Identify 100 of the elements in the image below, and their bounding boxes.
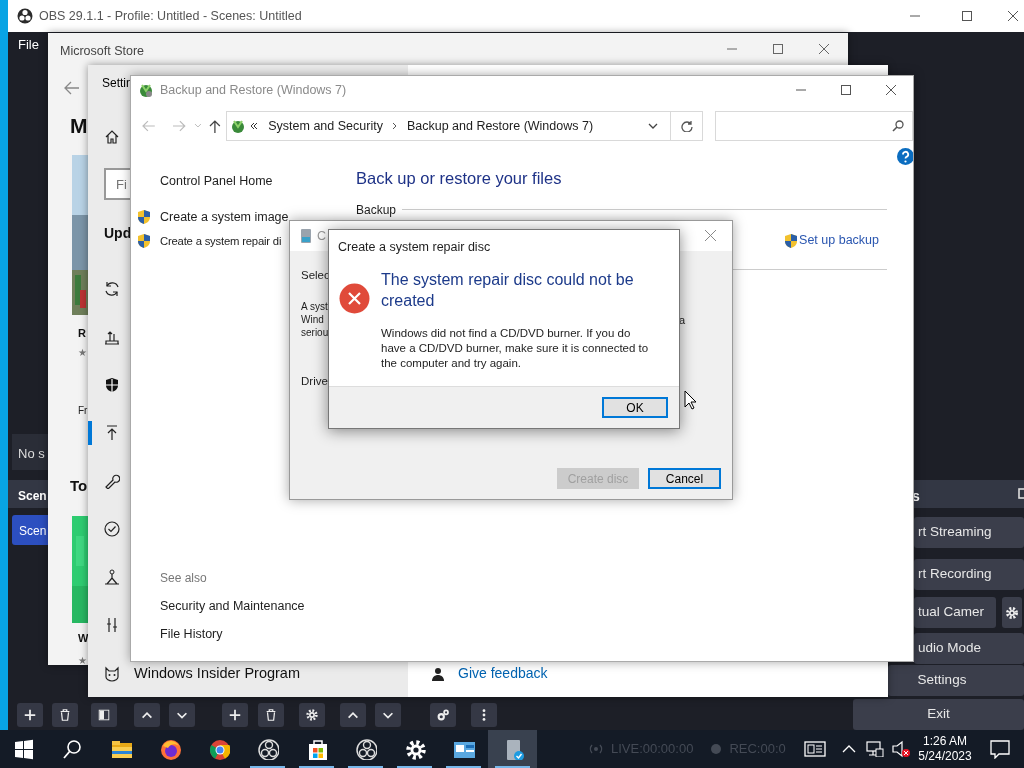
related-link[interactable]: File History xyxy=(160,625,356,644)
toolbar-button[interactable] xyxy=(222,703,248,727)
menu-item[interactable]: File xyxy=(18,35,39,55)
error-heading: The system repair disc could not be created xyxy=(381,269,635,311)
error-icon xyxy=(339,282,370,314)
control-button[interactable]: udio Mode xyxy=(914,633,1024,664)
close-icon[interactable] xyxy=(886,85,896,95)
folder-icon xyxy=(109,738,132,760)
description-text: A syst xyxy=(301,300,328,313)
app-price: Fr xyxy=(78,404,88,418)
notification-icon[interactable] xyxy=(990,739,1010,759)
scene-item[interactable]: Scen xyxy=(12,515,48,545)
maximize-icon[interactable] xyxy=(773,44,783,54)
related-link[interactable]: Security and Maintenance xyxy=(160,596,356,616)
toolbar-button[interactable] xyxy=(91,703,117,727)
chevron-up-icon[interactable] xyxy=(842,745,856,753)
back-arrow-icon[interactable] xyxy=(64,81,80,95)
control-button[interactable]: rt Recording xyxy=(914,559,1024,590)
toolbar-button[interactable] xyxy=(52,703,78,727)
setup-backup-link[interactable]: Set up backup xyxy=(799,231,879,251)
ok-button[interactable]: OK xyxy=(602,397,668,418)
close-icon[interactable] xyxy=(819,44,829,54)
window-title: Backup and Restore (Windows 7) xyxy=(160,81,347,99)
control-button[interactable]: tual Camer xyxy=(914,597,996,628)
breadcrumb-item[interactable]: System and Security xyxy=(268,116,383,136)
description-text: a xyxy=(679,313,686,328)
window-title: C xyxy=(317,227,327,245)
trash-icon xyxy=(58,707,72,723)
nav-item[interactable]: Windows Insider Program xyxy=(88,662,408,686)
app-title: W xyxy=(78,631,89,646)
toolbar-button[interactable] xyxy=(299,703,325,727)
toolbar-button[interactable] xyxy=(375,703,401,727)
page-heading: Back up or restore your files xyxy=(356,168,562,189)
description-text: seriou xyxy=(301,326,329,339)
section-heading: M xyxy=(70,113,88,139)
close-icon[interactable] xyxy=(705,230,716,241)
settings-icon xyxy=(1005,605,1019,620)
firefox-icon xyxy=(158,738,181,760)
wrench-icon xyxy=(104,473,120,489)
toolbar-button[interactable] xyxy=(134,703,160,727)
task-link[interactable]: Create a system image xyxy=(160,207,289,227)
obs-icon xyxy=(354,738,377,760)
task-link[interactable]: Control Panel Home xyxy=(160,171,273,191)
breadcrumb-item[interactable]: Backup and Restore (Windows 7) xyxy=(406,116,594,136)
search-field[interactable]: Fi xyxy=(104,168,130,200)
volume-muted-icon[interactable] xyxy=(892,740,910,758)
toolbar-button[interactable] xyxy=(17,703,43,727)
rating-label: ★ xyxy=(78,346,87,360)
window-title: OBS 29.1.1 - Profile: Untitled - Scenes: Untitled xyxy=(39,7,302,25)
dock-float-icon[interactable] xyxy=(1018,487,1024,501)
empty-hint: No s xyxy=(18,445,45,463)
toolbar-button[interactable] xyxy=(169,703,195,727)
shield-icon xyxy=(137,233,151,249)
task-link[interactable]: Create a system repair di xyxy=(160,232,282,250)
search-icon xyxy=(892,120,904,132)
cat-icon xyxy=(104,666,120,682)
up-arrow-icon[interactable] xyxy=(209,119,222,133)
tools-icon xyxy=(104,617,120,633)
record-icon xyxy=(711,744,722,754)
section-heading: To xyxy=(70,476,88,496)
news-icon[interactable] xyxy=(804,741,826,757)
toolbar-button[interactable] xyxy=(340,703,366,727)
toolbar-button[interactable] xyxy=(471,703,497,727)
person-chat-icon xyxy=(432,666,446,681)
window-title: Microsoft Store xyxy=(60,43,145,60)
close-icon[interactable] xyxy=(1008,11,1018,21)
dialog-button[interactable]: Cancel xyxy=(648,468,721,489)
toolbar-button[interactable] xyxy=(258,703,284,727)
shield-icon xyxy=(137,209,151,225)
address-bar[interactable]: System and Security Backup and Restore (Windows 7) xyxy=(226,111,672,141)
control-button[interactable]: Settings xyxy=(888,665,1024,696)
help-icon[interactable] xyxy=(897,148,913,165)
check-circle-icon xyxy=(104,521,120,537)
search-icon xyxy=(62,739,82,759)
section-label: See also xyxy=(160,569,208,587)
mouse-cursor-icon xyxy=(684,390,697,410)
clock[interactable]: 1:26 AM 5/24/2023 xyxy=(916,734,974,764)
app-title: R xyxy=(78,326,86,341)
refresh-button[interactable] xyxy=(671,111,703,141)
shield-icon xyxy=(104,377,120,393)
maximize-icon[interactable] xyxy=(841,85,851,95)
upload-tray-icon xyxy=(104,329,120,345)
home-icon[interactable] xyxy=(105,130,119,144)
control-button[interactable]: rt Streaming xyxy=(914,517,1024,548)
chevron-down-icon[interactable] xyxy=(648,123,659,129)
backup-app-icon xyxy=(138,82,154,98)
feedback-link[interactable]: Give feedback xyxy=(458,663,548,684)
obs-icon xyxy=(256,738,279,760)
settings-button[interactable] xyxy=(1002,597,1022,628)
network-icon[interactable] xyxy=(866,741,884,757)
toolbar-button[interactable] xyxy=(430,703,456,727)
shield-icon xyxy=(784,232,799,249)
control-button[interactable]: Exit xyxy=(853,699,1024,730)
window-title: Create a system repair disc xyxy=(338,239,491,256)
person-icon xyxy=(104,569,120,585)
chrome-icon xyxy=(207,738,230,760)
description-text: Wind xyxy=(301,313,324,326)
maximize-icon[interactable] xyxy=(962,11,972,21)
windows-logo-icon xyxy=(13,738,35,760)
gears-icon xyxy=(436,707,450,723)
